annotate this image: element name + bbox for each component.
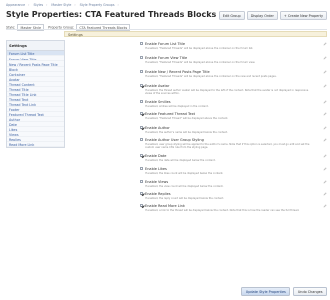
breadcrumb-styles[interactable]: Styles	[33, 3, 43, 7]
option-label[interactable]: Enable Author User Group Styling	[145, 138, 204, 142]
edit-pencil-icon[interactable]	[323, 137, 327, 142]
create-new-property-button[interactable]: + Create New Property	[279, 11, 327, 20]
sidebar-header: Settings	[7, 41, 64, 52]
edit-pencil-icon[interactable]	[323, 166, 327, 171]
option-label[interactable]: Enable Views	[145, 180, 168, 184]
edit-pencil-icon[interactable]	[323, 83, 327, 88]
option-checkbox[interactable]	[140, 154, 144, 158]
option-checkbox[interactable]	[140, 138, 144, 142]
option-checkbox[interactable]	[140, 84, 144, 88]
option-label[interactable]: Enable Forum View Title	[145, 56, 187, 60]
edit-pencil-icon[interactable]	[323, 69, 327, 74]
edit-pencil-icon[interactable]	[323, 99, 327, 104]
option-label[interactable]: Enable Read More Link	[145, 204, 185, 208]
option-description: If enabled, the view count will be displ…	[145, 184, 224, 188]
divider	[6, 29, 327, 30]
sidebar-item[interactable]: Read More Link	[7, 142, 64, 148]
display-order-button[interactable]: Display Order	[246, 11, 278, 20]
sidebar: Settings Forum List Title Forum View Titl…	[6, 40, 65, 149]
tab-settings[interactable]: Settings	[64, 31, 327, 37]
edit-pencil-icon[interactable]	[323, 191, 327, 196]
option-label[interactable]: Enable Smilies	[145, 100, 171, 104]
option-description: If enabled, "Featured Thread" will be di…	[145, 116, 229, 120]
option-checkbox[interactable]	[140, 42, 144, 46]
form-actions: Update Style Properties Undo Changes	[241, 287, 327, 297]
sidebar-list: Forum List Title Forum View Title New / Re…	[7, 51, 64, 148]
edit-pencil-icon[interactable]	[323, 41, 327, 46]
edit-pencil-icon[interactable]	[323, 203, 327, 208]
update-style-properties-button[interactable]: Update Style Properties	[241, 287, 291, 297]
edit-pencil-icon[interactable]	[323, 125, 327, 130]
option-description: If enabled, "Featured Threads" will be d…	[145, 60, 256, 64]
page-title: Style Properties: CTA Featured Threads B…	[6, 10, 217, 19]
option-label[interactable]: Enable Likes	[145, 167, 167, 171]
option-label[interactable]: Enable Author	[145, 126, 170, 130]
option-label[interactable]: Enable Date	[145, 154, 166, 158]
breadcrumb-style-property-groups[interactable]: Style Property Groups	[80, 3, 115, 7]
option-description: If enabled, smilies will be displayed in…	[145, 104, 209, 108]
option-checkbox[interactable]	[140, 192, 144, 196]
edit-pencil-icon[interactable]	[323, 111, 327, 116]
option-description: If enabled, "Featured Threads" will be d…	[145, 46, 254, 50]
toolbar: Edit Group Display Order + Create New Pr…	[218, 11, 327, 20]
option-description: If enabled, the date will be displayed b…	[145, 158, 216, 162]
option-description: If enabled, the thread author avatar wil…	[145, 88, 309, 95]
breadcrumb: Appearance › Styles › Master Style › Style …	[6, 3, 119, 7]
breadcrumb-appearance[interactable]: Appearance	[6, 3, 25, 7]
option-checkbox[interactable]	[140, 70, 144, 74]
option-label[interactable]: Enable Forum List Title	[145, 42, 185, 46]
option-label[interactable]: Enable Replies	[145, 192, 171, 196]
edit-group-button[interactable]: Edit Group	[218, 11, 245, 20]
option-description: If enabled, user group styling will be a…	[145, 142, 310, 149]
option-description: If enabled, the likes count will be disp…	[145, 171, 224, 175]
option-checkbox[interactable]	[140, 204, 144, 208]
style-select[interactable]: Master Style	[17, 24, 45, 32]
edit-pencil-icon[interactable]	[323, 55, 327, 60]
option-checkbox[interactable]	[140, 100, 144, 104]
undo-changes-button[interactable]: Undo Changes	[293, 287, 327, 297]
option-checkbox[interactable]	[140, 56, 144, 60]
option-checkbox[interactable]	[140, 126, 144, 130]
option-checkbox[interactable]	[140, 167, 144, 171]
option-checkbox[interactable]	[140, 180, 144, 184]
option-label[interactable]: Enable Avatar	[145, 84, 169, 88]
breadcrumb-master-style[interactable]: Master Style	[51, 3, 71, 7]
option-label[interactable]: Enable Featured Thread Text	[145, 112, 195, 116]
option-checkbox[interactable]	[140, 112, 144, 116]
option-label[interactable]: Enable New / Recent Posts Page Title	[145, 70, 210, 74]
edit-pencil-icon[interactable]	[323, 179, 327, 184]
option-description: If enabled, a link to the thread will be…	[145, 208, 300, 212]
option-description: If enabled, the reply count will be disp…	[145, 196, 224, 200]
edit-pencil-icon[interactable]	[323, 153, 327, 158]
option-description: If enabled, the author's name will be di…	[145, 130, 228, 134]
option-description: If enabled, "Featured Threads" will be d…	[145, 74, 277, 78]
